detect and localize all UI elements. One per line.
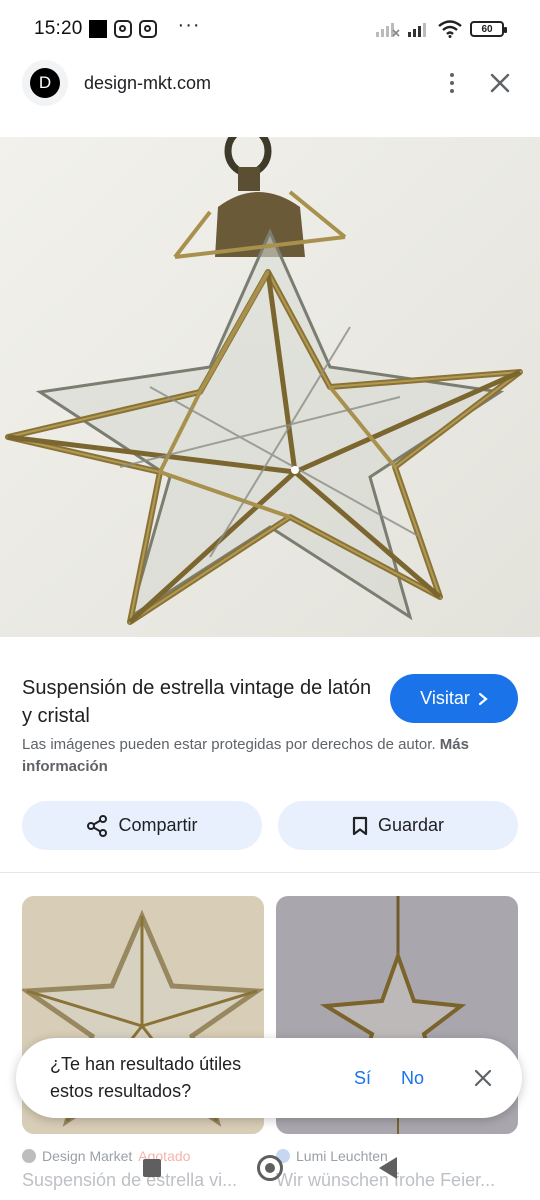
result-title[interactable]: Suspensión de estrella vintage de latón … xyxy=(22,674,372,730)
feedback-prompt: ¿Te han resultado útiles estos resultado… xyxy=(16,1038,522,1118)
battery-icon: 60 xyxy=(470,21,507,37)
result-header: Suspensión de estrella vintage de latón … xyxy=(22,674,518,730)
instagram-icon-2 xyxy=(138,20,157,38)
bookmark-icon xyxy=(352,816,368,835)
status-bar: 15:20 ··· 60 xyxy=(0,0,540,58)
favicon-letter: D xyxy=(30,68,60,98)
wifi-icon xyxy=(438,20,462,38)
signal-icon-2 xyxy=(408,23,426,37)
share-button[interactable]: Compartir xyxy=(22,801,262,850)
save-button[interactable]: Guardar xyxy=(278,801,518,850)
main-image[interactable] xyxy=(0,137,540,637)
status-time: 15:20 xyxy=(34,18,83,39)
signal-icon-1 xyxy=(376,23,400,37)
recents-icon[interactable] xyxy=(143,1159,161,1177)
feedback-close-icon[interactable] xyxy=(474,1069,492,1087)
back-icon[interactable] xyxy=(379,1157,397,1179)
app-notification-icon xyxy=(88,20,107,38)
status-right: 60 xyxy=(376,20,507,38)
share-icon xyxy=(87,814,108,837)
save-label: Guardar xyxy=(377,815,445,835)
share-label: Compartir xyxy=(118,815,198,835)
feedback-no-button[interactable]: No xyxy=(401,1068,424,1089)
home-icon[interactable] xyxy=(257,1155,283,1181)
notification-icons: ··· xyxy=(88,14,201,41)
chevron-right-icon xyxy=(478,692,488,705)
more-vert-icon[interactable] xyxy=(450,73,454,93)
star-lantern-image xyxy=(0,137,540,637)
instagram-icon xyxy=(113,20,132,38)
visit-button[interactable]: Visitar xyxy=(390,674,518,723)
action-buttons: Compartir Guardar xyxy=(22,801,518,850)
feedback-question: ¿Te han resultado útiles estos resultado… xyxy=(50,1054,242,1101)
visit-label: Visitar xyxy=(420,688,470,708)
system-nav-bar xyxy=(0,1146,540,1190)
site-favicon[interactable]: D xyxy=(22,60,68,106)
copyright-notice: Las imágenes pueden estar protegidas por… xyxy=(22,734,518,778)
battery-level: 60 xyxy=(481,23,493,35)
site-header: D design-mkt.com xyxy=(0,58,540,108)
feedback-yes-button[interactable]: Sí xyxy=(354,1068,371,1089)
close-icon[interactable] xyxy=(490,73,510,93)
copyright-text: Las imágenes pueden estar protegidas por… xyxy=(22,736,436,753)
site-domain[interactable]: design-mkt.com xyxy=(84,73,211,94)
more-notifications-icon: ··· xyxy=(177,13,201,36)
section-divider xyxy=(0,872,540,873)
